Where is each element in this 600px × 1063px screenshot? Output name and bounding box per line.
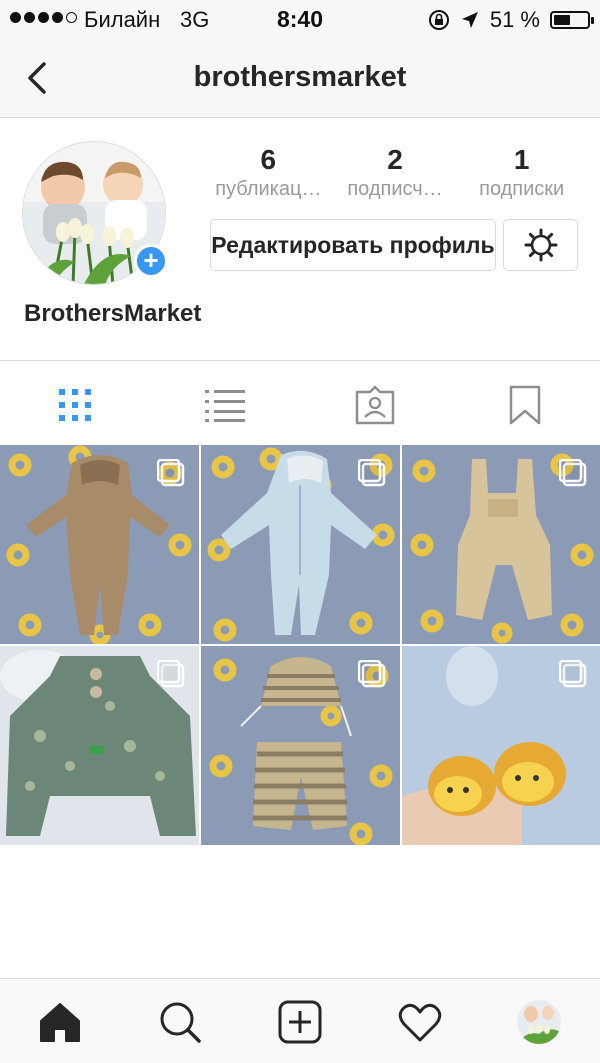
search-icon — [160, 1002, 201, 1043]
stat-following[interactable]: 1 подписки — [458, 144, 585, 202]
profile-full-name: BrothersMarket — [24, 300, 202, 327]
heart-icon — [398, 1003, 442, 1042]
tab-saved[interactable] — [503, 383, 547, 427]
tagged-icon — [355, 385, 395, 425]
add-story-button[interactable]: + — [134, 244, 168, 278]
nav-profile-avatar[interactable] — [517, 1000, 561, 1044]
stat-followers[interactable]: 2 подписч… — [332, 144, 459, 202]
multiple-photos-icon — [157, 459, 185, 487]
stat-label: публикац… — [215, 178, 322, 200]
stat-posts[interactable]: 6 публикац… — [205, 144, 332, 202]
page-title: brothersmarket — [193, 61, 407, 93]
nav-search[interactable] — [157, 999, 203, 1045]
bottom-tab-bar — [0, 978, 600, 1063]
multiple-photos-icon — [559, 459, 587, 487]
home-icon — [40, 1003, 80, 1042]
multiple-photos-icon — [358, 459, 386, 487]
stat-label: подписки — [479, 178, 565, 200]
status-bar: Билайн 3G 8:40 51 % — [0, 0, 600, 40]
settings-button[interactable] — [503, 219, 578, 271]
stat-count: 6 — [260, 144, 277, 175]
rotation-lock-icon — [428, 10, 449, 30]
grid-icon — [59, 389, 91, 421]
stat-count: 1 — [513, 144, 530, 175]
multiple-photos-icon — [559, 660, 587, 688]
post-thumbnail[interactable] — [201, 445, 400, 644]
add-post-icon — [278, 1000, 322, 1044]
multiple-photos-icon — [358, 660, 386, 688]
post-thumbnail[interactable] — [201, 646, 400, 845]
edit-profile-button[interactable]: Редактировать профиль — [210, 219, 496, 271]
nav-add-post[interactable] — [277, 999, 323, 1045]
bookmark-icon — [509, 385, 541, 425]
multiple-photos-icon — [157, 660, 185, 688]
tab-list[interactable] — [203, 383, 247, 427]
post-thumbnail[interactable] — [0, 646, 199, 845]
tab-grid[interactable] — [53, 383, 97, 427]
post-thumbnail[interactable] — [402, 445, 600, 644]
post-thumbnail[interactable] — [0, 445, 199, 644]
location-arrow-icon — [461, 12, 478, 28]
profile-stats: 6 публикац… 2 подписч… 1 подписки — [205, 144, 585, 202]
list-icon — [205, 390, 245, 422]
stat-count: 2 — [387, 144, 403, 175]
battery-icon — [550, 11, 594, 29]
battery-percent: 51 % — [489, 7, 540, 32]
profile-view-tabs — [0, 360, 600, 446]
navigation-header: brothersmarket — [0, 40, 600, 118]
nav-activity[interactable] — [397, 999, 443, 1045]
nav-home[interactable] — [37, 999, 83, 1045]
tab-tagged[interactable] — [353, 383, 397, 427]
gear-icon — [524, 228, 557, 262]
stat-label: подписч… — [347, 178, 443, 200]
post-thumbnail[interactable] — [402, 646, 600, 845]
